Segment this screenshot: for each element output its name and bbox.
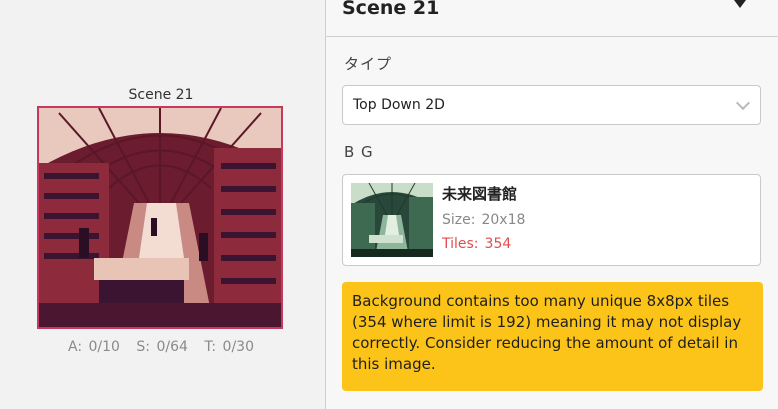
size-value: 20x18 [481,212,526,228]
background-size: Size: 20x18 [442,212,525,228]
scene-canvas[interactable] [37,106,283,329]
tiles-warning-message: Background contains too many unique 8x8p… [342,282,763,391]
actors-count: A: 0/10 [68,339,120,355]
background-name: 未来図書館 [442,185,518,203]
tiles-label: Tiles: [442,236,479,252]
chevron-down-icon [735,95,751,111]
background-select[interactable]: 未来図書館 Size: 20x18 Tiles: 354 [342,174,761,266]
type-select-value: Top Down 2D [353,97,445,113]
background-tiles: Tiles: 354 [442,236,511,252]
sidebar-title[interactable]: Scene 21 [342,0,439,19]
scene-title[interactable]: Scene 21 [38,87,284,103]
background-thumbnail [351,183,433,257]
type-label: タイプ [344,55,393,73]
tiles-value: 354 [484,236,512,252]
scene-sidebar: Scene 21 タイプ Top Down 2D B G 未来図書館 Size:… [325,0,778,409]
sidebar-header: Scene 21 [326,0,778,37]
sprites-count: S: 0/64 [136,339,188,355]
scene-background-image [39,108,281,327]
bg-label: B G [344,143,374,161]
triangle-down-icon[interactable] [734,0,746,8]
scene-stats: A: 0/10 S: 0/64 T: 0/30 [38,339,284,355]
size-label: Size: [442,212,476,228]
type-select[interactable]: Top Down 2D [342,85,761,125]
triggers-count: T: 0/30 [204,339,254,355]
